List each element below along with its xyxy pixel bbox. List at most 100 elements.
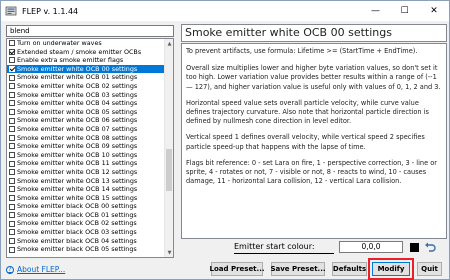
list-item-label: Smoke emitter white OCB 04 settings (17, 99, 138, 108)
item-checkbox[interactable] (9, 177, 15, 184)
list-item[interactable]: Smoke emitter white OCB 07 settings (7, 125, 165, 134)
list-item[interactable]: Turn on underwater waves (7, 39, 165, 48)
emitter-colour-input[interactable]: 0,0,0 (339, 241, 403, 253)
emitter-colour-row: Emitter start colour: 0,0,0 (234, 241, 444, 254)
quit-button[interactable]: Quit (417, 262, 442, 276)
list-item[interactable]: Smoke emitter white OCB 02 settings (7, 82, 165, 91)
list-scrollbar[interactable]: ▲ ▼ (164, 39, 173, 257)
item-checkbox[interactable] (9, 109, 15, 116)
scroll-down-arrow-icon[interactable]: ▼ (165, 248, 173, 257)
item-checkbox[interactable] (9, 186, 15, 193)
list-item[interactable]: Smoke emitter white OCB 14 settings (7, 185, 165, 194)
undo-icon[interactable] (424, 241, 436, 253)
list-item[interactable]: Smoke emitter black OCB 03 settings (7, 228, 165, 237)
list-item[interactable]: Extended steam / smoke emitter OCBs (7, 48, 165, 57)
modify-button[interactable]: Modify (372, 262, 410, 276)
item-checkbox[interactable] (9, 91, 15, 98)
list-item-label: Extended steam / smoke emitter OCBs (17, 47, 142, 56)
list-item-label: Smoke emitter black OCB 01 settings (17, 210, 137, 219)
patch-list-items: Turn on underwater waves Extended steam /… (7, 39, 165, 254)
list-item-label: Smoke emitter white OCB 07 settings (17, 124, 138, 133)
about-link-label[interactable]: About FLEP... (17, 265, 65, 274)
description-paragraph: Flags bit reference: 0 - set Lara on fir… (186, 158, 437, 186)
list-item[interactable]: Smoke emitter white OCB 03 settings (7, 91, 165, 100)
list-item-label: Smoke emitter white OCB 01 settings (17, 73, 138, 82)
list-item[interactable]: Smoke emitter white OCB 10 settings (7, 151, 165, 160)
window-title: FLEP v. 1.1.44 (22, 6, 79, 16)
item-checkbox[interactable] (9, 66, 15, 73)
scroll-up-arrow-icon[interactable]: ▲ (165, 39, 173, 48)
list-item[interactable]: Enable extra smoke emitter flags (7, 56, 165, 65)
item-checkbox[interactable] (9, 143, 15, 150)
patch-list[interactable]: Turn on underwater waves Extended steam /… (6, 38, 174, 258)
colour-swatch[interactable] (410, 243, 419, 252)
item-checkbox[interactable] (9, 220, 15, 227)
list-item[interactable]: Smoke emitter black OCB 01 settings (7, 211, 165, 220)
list-item-label: Turn on underwater waves (17, 39, 102, 47)
save-preset-button[interactable]: Save Preset... (270, 262, 326, 276)
list-item[interactable]: Smoke emitter white OCB 06 settings (7, 116, 165, 125)
item-checkbox[interactable] (9, 229, 15, 236)
list-item-label: Smoke emitter white OCB 10 settings (17, 150, 138, 159)
item-checkbox[interactable] (9, 237, 15, 244)
item-checkbox[interactable] (9, 152, 15, 159)
list-item-label: Smoke emitter white OCB 06 settings (17, 116, 138, 125)
item-checkbox[interactable] (9, 203, 15, 210)
item-checkbox[interactable] (9, 246, 15, 253)
item-checkbox[interactable] (9, 117, 15, 124)
item-checkbox[interactable] (9, 48, 15, 55)
list-item[interactable]: Smoke emitter white OCB 12 settings (7, 168, 165, 177)
scroll-thumb[interactable] (166, 149, 172, 191)
list-item-label: Smoke emitter black OCB 00 settings (17, 202, 137, 211)
list-item[interactable]: Smoke emitter black OCB 00 settings (7, 202, 165, 211)
list-item[interactable]: Smoke emitter white OCB 05 settings (7, 108, 165, 117)
list-item-label: Smoke emitter white OCB 15 settings (17, 193, 138, 202)
about-link[interactable]: ? About FLEP... (6, 265, 65, 274)
list-item-label: Enable extra smoke emitter flags (17, 56, 124, 65)
item-checkbox[interactable] (9, 126, 15, 133)
list-item-label: Smoke emitter white OCB 03 settings (17, 90, 138, 99)
list-item[interactable]: Smoke emitter black OCB 05 settings (7, 245, 165, 254)
flep-app-icon (5, 5, 17, 17)
maximize-button[interactable]: ☐ (390, 1, 419, 21)
item-checkbox[interactable] (9, 160, 15, 167)
list-item[interactable]: Smoke emitter white OCB 08 settings (7, 134, 165, 143)
title-bar: FLEP v. 1.1.44 — ☐ ✕ (1, 1, 449, 21)
window-controls: — ☐ ✕ (361, 1, 449, 21)
list-item[interactable]: Smoke emitter white OCB 15 settings (7, 194, 165, 203)
list-item[interactable]: Smoke emitter white OCB 13 settings (7, 177, 165, 186)
list-item-label: Smoke emitter black OCB 04 settings (17, 236, 137, 245)
list-item[interactable]: Smoke emitter white OCB 01 settings (7, 73, 165, 82)
patch-description: To prevent artifacts, use formula: Lifet… (181, 43, 447, 239)
description-paragraph: Vertical speed 1 defines overall velocit… (186, 133, 425, 151)
item-checkbox[interactable] (9, 83, 15, 90)
item-checkbox[interactable] (9, 212, 15, 219)
item-checkbox[interactable] (9, 100, 15, 107)
list-item[interactable]: Smoke emitter black OCB 02 settings (7, 219, 165, 228)
description-paragraph: To prevent artifacts, use formula: Lifet… (186, 47, 418, 55)
close-button[interactable]: ✕ (419, 1, 449, 21)
patch-title: Smoke emitter white OCB 00 settings (181, 24, 447, 42)
list-item-label: Smoke emitter white OCB 14 settings (17, 185, 138, 194)
list-item[interactable]: Smoke emitter black OCB 04 settings (7, 237, 165, 246)
item-checkbox[interactable] (9, 74, 15, 81)
minimize-button[interactable]: — (361, 1, 390, 21)
load-preset-button[interactable]: Load Preset... (210, 262, 265, 276)
item-checkbox[interactable] (9, 194, 15, 201)
list-item[interactable]: Smoke emitter white OCB 00 settings (7, 64, 165, 74)
list-item-label: Smoke emitter white OCB 12 settings (17, 167, 138, 176)
list-item-label: Smoke emitter black OCB 05 settings (17, 245, 137, 254)
list-item-label: Smoke emitter white OCB 11 settings (17, 159, 138, 168)
search-input[interactable]: blend (6, 25, 174, 37)
item-checkbox[interactable] (9, 40, 15, 47)
list-item[interactable]: Smoke emitter white OCB 09 settings (7, 142, 165, 151)
flep-window: FLEP v. 1.1.44 — ☐ ✕ blend Turn on under… (0, 0, 450, 280)
list-item-label: Smoke emitter white OCB 09 settings (17, 142, 138, 151)
list-item[interactable]: Smoke emitter white OCB 04 settings (7, 99, 165, 108)
item-checkbox[interactable] (9, 169, 15, 176)
item-checkbox[interactable] (9, 57, 15, 64)
list-item-label: Smoke emitter white OCB 02 settings (17, 81, 138, 90)
item-checkbox[interactable] (9, 134, 15, 141)
defaults-button[interactable]: Defaults (332, 262, 367, 276)
list-item[interactable]: Smoke emitter white OCB 11 settings (7, 159, 165, 168)
